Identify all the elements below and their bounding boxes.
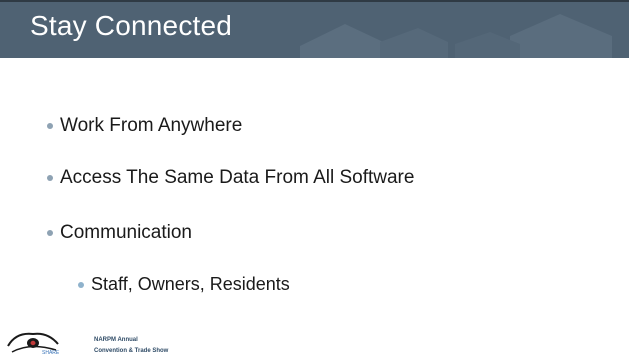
- sub-bullet-item: Staff, Owners, Residents: [78, 274, 290, 295]
- footer-event-line: Convention & Trade Show: [94, 348, 169, 354]
- bullet-dot-icon: [47, 230, 53, 236]
- bullet-dot-icon: [47, 123, 53, 129]
- narpm-share-logo-icon: SHARE: [7, 332, 60, 356]
- bullet-text: Communication: [60, 222, 192, 243]
- bullet-dot-icon: [47, 175, 53, 181]
- bullet-text: Work From Anywhere: [60, 115, 243, 136]
- bullet-item: Access The Same Data From All Software: [47, 167, 414, 189]
- bullet-item: Communication: [47, 222, 192, 244]
- sub-bullet-text: Staff, Owners, Residents: [91, 274, 290, 294]
- logo-text: SHARE: [42, 350, 60, 356]
- footer: SHARE NARPM Annual Convention & Trade Sh…: [0, 326, 629, 356]
- bullet-item: Work From Anywhere: [47, 115, 242, 137]
- bullet-text: Access The Same Data From All Software: [60, 167, 415, 188]
- footer-event-line: NARPM Annual: [94, 337, 138, 343]
- bullet-list: Work From Anywhere Access The Same Data …: [0, 0, 629, 300]
- bullet-dot-icon: [78, 281, 84, 288]
- slide: Stay Connected Work From Anywhere Access…: [0, 0, 629, 356]
